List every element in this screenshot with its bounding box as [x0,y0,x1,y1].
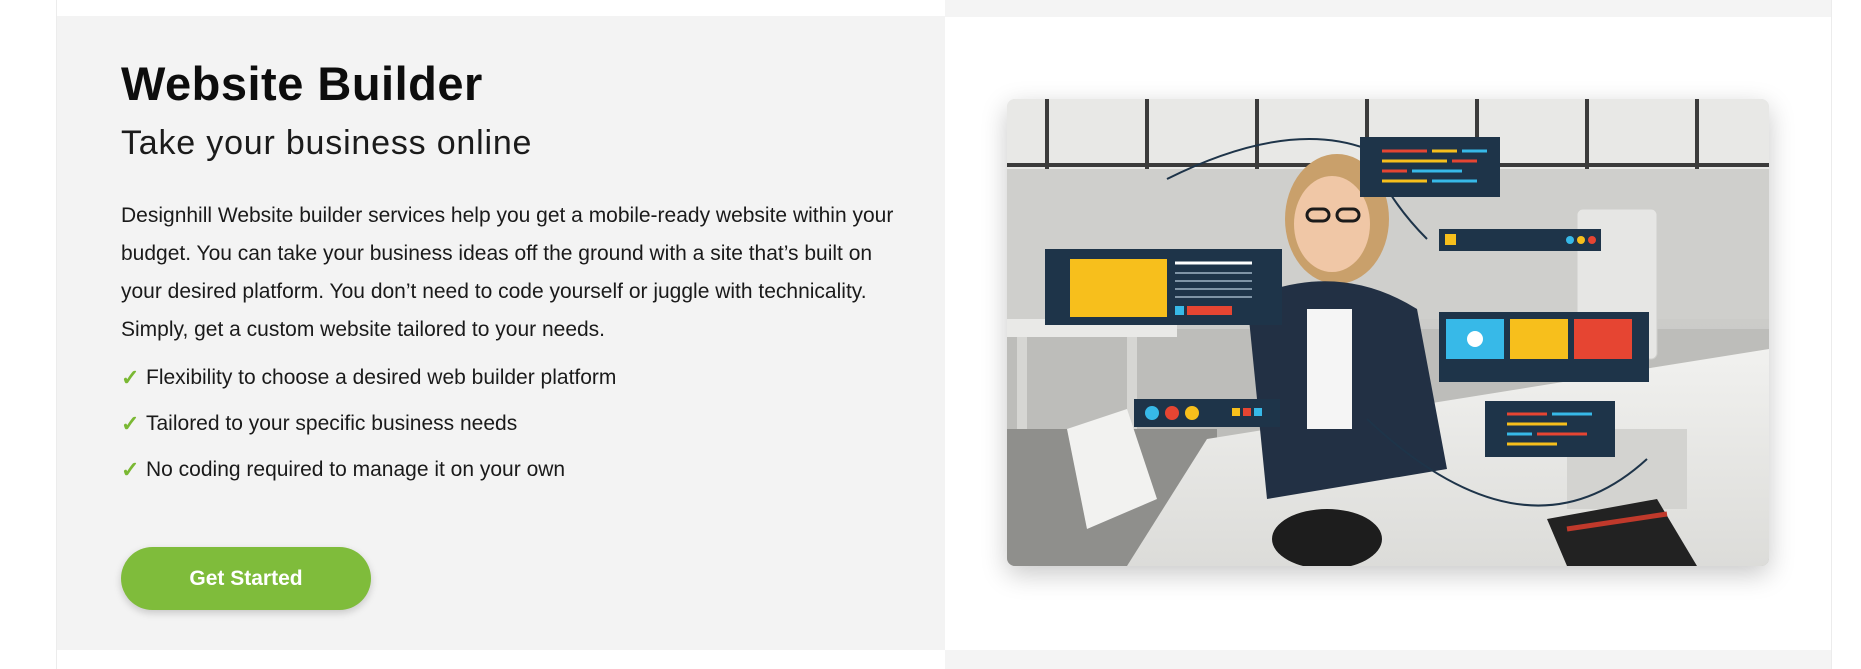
section-title: Website Builder [121,57,483,110]
get-started-button[interactable]: Get Started [121,547,371,610]
section-divider-top [945,0,1831,17]
section-subtitle: Take your business online [121,124,533,162]
section-divider-bottom [945,650,1831,669]
check-icon: ✓ [121,457,140,482]
feature-item: ✓ No coding required to manage it on you… [121,447,616,493]
feature-item: ✓ Flexibility to choose a desired web bu… [121,355,616,401]
section-description: Designhill Website builder services help… [121,204,894,341]
feature-text: No coding required to manage it on your … [146,458,566,481]
feature-text: Flexibility to choose a desired web buil… [146,366,617,389]
check-icon: ✓ [121,365,140,390]
feature-list: ✓ Flexibility to choose a desired web bu… [121,355,616,493]
page-edge-right [1831,0,1832,669]
feature-text: Tailored to your specific business needs [146,412,518,435]
hero-illustration [1007,99,1769,566]
feature-item: ✓ Tailored to your specific business nee… [121,401,616,447]
check-icon: ✓ [121,411,140,436]
